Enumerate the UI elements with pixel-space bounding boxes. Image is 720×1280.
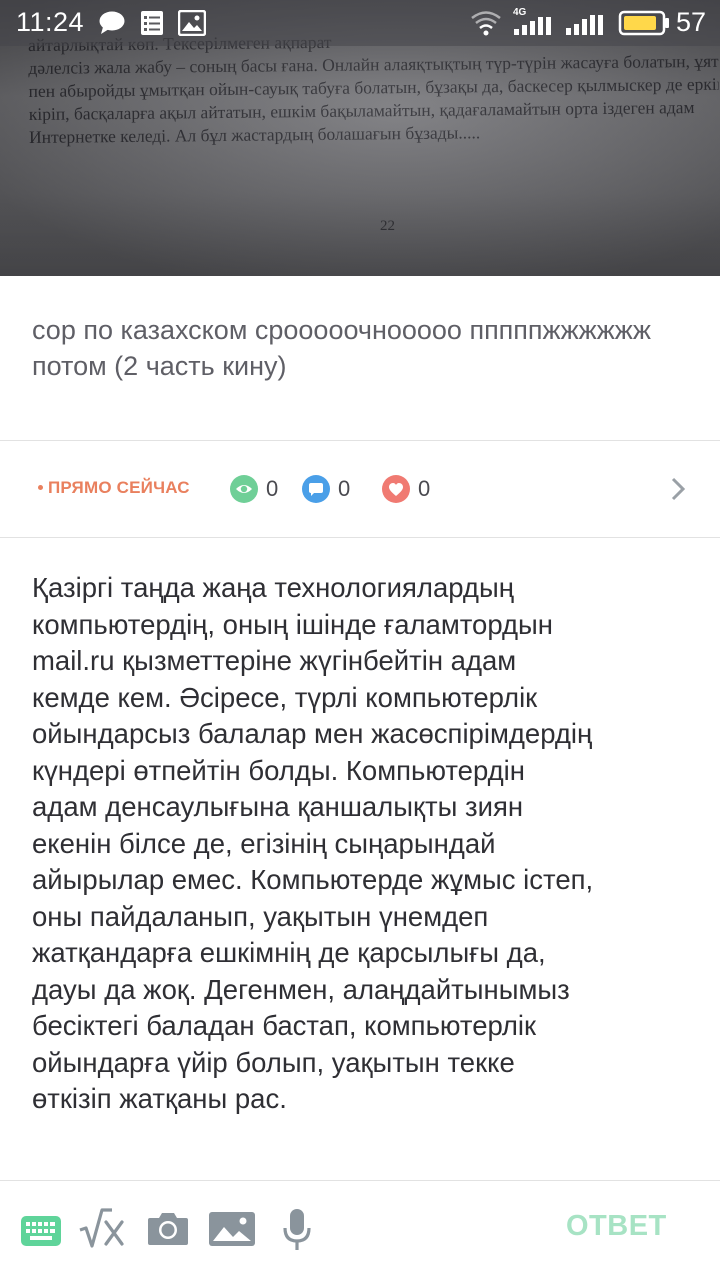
answer-line: оны пайдаланып, уақытын үнемдеп — [32, 900, 489, 932]
keyboard-icon[interactable] — [20, 1215, 62, 1252]
answer-line: ойындарға үйір болып, уақытын текке — [32, 1046, 515, 1078]
image-icon — [177, 9, 207, 41]
checklist-icon — [140, 10, 164, 41]
math-formula-icon[interactable] — [78, 1206, 130, 1255]
answer-line: айырылар емес. Компьютерде жұмыс істеп, — [32, 864, 594, 895]
answer-line: екенін білсе де, егізінің сыңарындай — [32, 827, 496, 859]
comment-icon — [302, 475, 330, 503]
answer-line: компьютердің, оның ішінде ғаламтордын — [32, 608, 553, 640]
eye-icon — [230, 475, 258, 503]
wifi-icon — [470, 10, 502, 41]
answer-line: жатқандарға ешкімнің де қарсылығы да, — [32, 937, 546, 968]
answer-line: күндері өтпейтін болды. Компьютердін — [32, 754, 525, 786]
answer-line: дауы да жоқ. Дегенмен, алаңдайтынымыз — [32, 973, 570, 1005]
status-bar: 11:24 4G 57 — [0, 0, 720, 46]
answer-line: кемде кем. Әсіресе, түрлі компьютерлік — [32, 681, 538, 713]
chevron-right-icon[interactable] — [668, 475, 688, 508]
answer-button[interactable]: ОТВЕТ — [566, 1210, 667, 1243]
photo-page-number: 22 — [380, 218, 395, 234]
chat-bubble-icon — [98, 11, 126, 40]
signal-icon — [564, 14, 604, 40]
status-dot — [38, 485, 43, 490]
divider — [0, 537, 720, 538]
answer-text: Қазіргі таңда жаңа технологиялардың комп… — [32, 570, 704, 1118]
status-time: 11:24 — [16, 7, 85, 37]
answer-line: өткізіп жатқаны рас. — [32, 1083, 287, 1114]
status-label: ПРЯМО СЕЙЧАС — [48, 478, 190, 497]
likes-count: 0 — [418, 476, 431, 501]
microphone-icon[interactable] — [282, 1208, 312, 1257]
heart-icon — [382, 475, 410, 503]
answer-toolbar: ОТВЕТ — [0, 1182, 720, 1280]
answer-line: бесіктегі баладан бастап, компьютерлік — [32, 1010, 537, 1041]
answer-line: ойындарсыз балалар мен жасөспірімдердің — [32, 718, 593, 749]
status-badge: ПРЯМО СЕЙЧАС — [38, 478, 190, 498]
camera-icon[interactable] — [146, 1210, 190, 1251]
signal-icon — [512, 17, 552, 40]
views-count: 0 — [266, 476, 279, 501]
question-title: сор по казахском срооооочнооооо пппппжжж… — [32, 315, 651, 381]
answer-line: адам денсаулығына қаншалықты зиян — [32, 791, 524, 822]
answer-line: mail.ru қызметтеріне жүгінбейтін адам — [32, 645, 517, 676]
battery-level: 57 — [676, 7, 707, 37]
divider — [0, 1180, 720, 1181]
answer-line: Қазіргі таңда жаңа технологиялардың — [32, 572, 514, 603]
battery-icon — [618, 10, 670, 41]
comments-count: 0 — [338, 476, 351, 501]
gallery-icon[interactable] — [208, 1211, 256, 1252]
question-info-bar[interactable]: ПРЯМО СЕЙЧАС 0 0 0 — [0, 441, 720, 537]
